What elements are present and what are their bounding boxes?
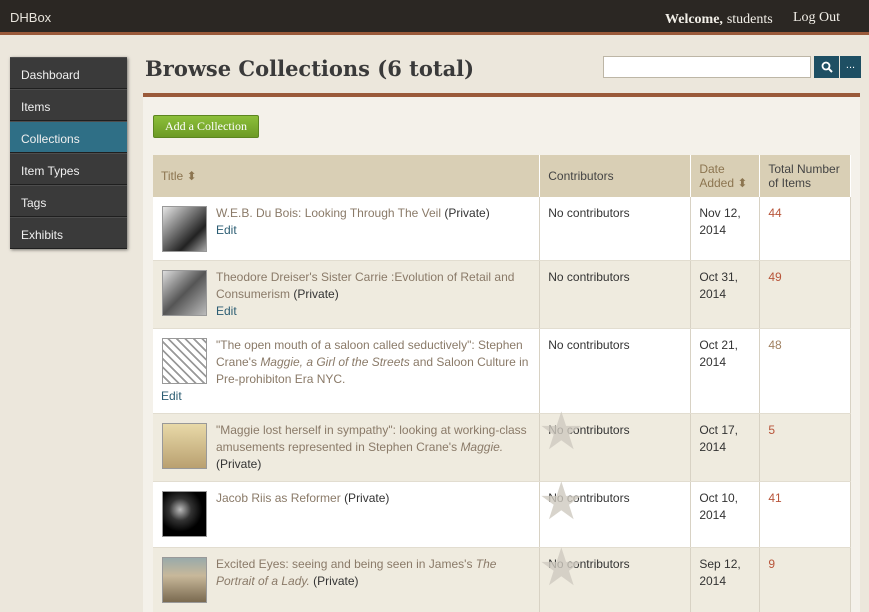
top-bar: DHBox Welcome, students Log Out [0,0,869,35]
sidebar-item-item-types[interactable]: Item Types [10,153,127,185]
contributors-cell: No contributors [539,481,692,548]
sidebar-item-tags[interactable]: Tags [10,185,127,217]
collections-table: Title ⬍ Contributors Date Added ⬍ Total … [153,155,851,612]
item-count-link[interactable]: 49 [768,270,781,284]
sort-icon: ⬍ [186,169,197,183]
private-label: (Private) [344,491,390,505]
collection-title-link[interactable]: "Maggie lost herself in sympathy": looki… [216,423,527,454]
page-title: Browse Collections (6 total) [145,56,475,81]
logout-link[interactable]: Log Out [793,10,840,26]
item-count-link[interactable]: 44 [768,206,781,220]
date-cell: Nov 12, 2014 [690,197,761,261]
collection-title-link[interactable]: "The open mouth of a saloon called seduc… [216,338,528,386]
sort-icon: ⬍ [737,176,748,190]
brand-link[interactable]: DHBox [10,10,51,25]
title-text: Excited Eyes: seeing and being seen in J… [216,557,476,571]
item-count-link[interactable]: 48 [768,338,781,352]
edit-link[interactable]: Edit [161,222,531,239]
table-row: Jacob Riis as Reformer (Private) ★ No co… [153,476,851,548]
private-label: (Private) [313,574,359,588]
date-cell: Oct 10, 2014 [690,481,761,548]
edit-link[interactable]: Edit [161,303,531,320]
edit-link[interactable]: Edit [161,388,531,405]
advanced-search-button[interactable]: ... [840,56,861,78]
title-italic: Maggie, a Girl of the Streets [260,355,410,369]
sidebar-item-collections[interactable]: Collections [10,121,127,153]
sidebar-item-dashboard[interactable]: Dashboard [10,57,127,89]
collection-thumbnail[interactable] [162,491,207,537]
date-cell: Oct 21, 2014 [690,328,761,414]
contributors-cell: No contributors [539,260,692,329]
welcome-label: Welcome, [665,12,723,27]
item-count-link[interactable]: 9 [768,557,775,571]
table-row: Theodore Dreiser's Sister Carrie :Evolut… [153,260,851,329]
table-row: Excited Eyes: seeing and being seen in J… [153,542,851,612]
date-cell: Oct 17, 2014 [690,413,761,482]
contributors-cell: No contributors [539,547,692,612]
private-label: (Private) [444,206,490,220]
search-button[interactable] [814,56,839,78]
table-row: W.E.B. Du Bois: Looking Through The Veil… [153,197,851,261]
sidebar-nav: Dashboard Items Collections Item Types T… [10,57,127,249]
title-italic: Maggie. [460,440,504,454]
column-date-added[interactable]: Date Added ⬍ [690,155,761,197]
item-count-link[interactable]: 41 [768,491,781,505]
column-title-label: Title [161,169,184,183]
column-contributors: Contributors [539,155,692,197]
contributors-cell: No contributors [539,328,692,414]
collection-title-link[interactable]: W.E.B. Du Bois: Looking Through The Veil [216,206,441,220]
search-input[interactable] [603,56,811,78]
collection-title-link[interactable]: Theodore Dreiser's Sister Carrie :Evolut… [216,270,514,301]
column-date-label: Date Added [699,162,735,190]
add-collection-button[interactable]: Add a Collection [153,115,259,138]
date-cell: Oct 31, 2014 [690,260,761,329]
collection-thumbnail[interactable] [162,270,207,316]
search-icon [821,61,833,73]
table-row: "Maggie lost herself in sympathy": looki… [153,406,851,482]
collection-thumbnail[interactable] [162,338,207,384]
collection-thumbnail[interactable] [162,557,207,603]
table-row: "The open mouth of a saloon called seduc… [153,328,851,414]
collection-title-link[interactable]: Jacob Riis as Reformer [216,491,341,505]
private-label: (Private) [216,457,262,471]
date-cell: Sep 12, 2014 [690,547,761,612]
collection-thumbnail[interactable] [162,423,207,469]
contributors-cell: No contributors [539,197,692,261]
column-title[interactable]: Title ⬍ [153,155,541,197]
sidebar-item-exhibits[interactable]: Exhibits [10,217,127,249]
welcome-text: Welcome, students [665,10,773,28]
contributors-cell: No contributors [539,413,692,482]
collection-thumbnail[interactable] [162,206,207,252]
username-link[interactable]: students [727,12,773,27]
column-total-items: Total Number of Items [759,155,851,197]
item-count-link[interactable]: 5 [768,423,775,437]
sidebar-item-items[interactable]: Items [10,89,127,121]
private-label: (Private) [293,287,339,301]
